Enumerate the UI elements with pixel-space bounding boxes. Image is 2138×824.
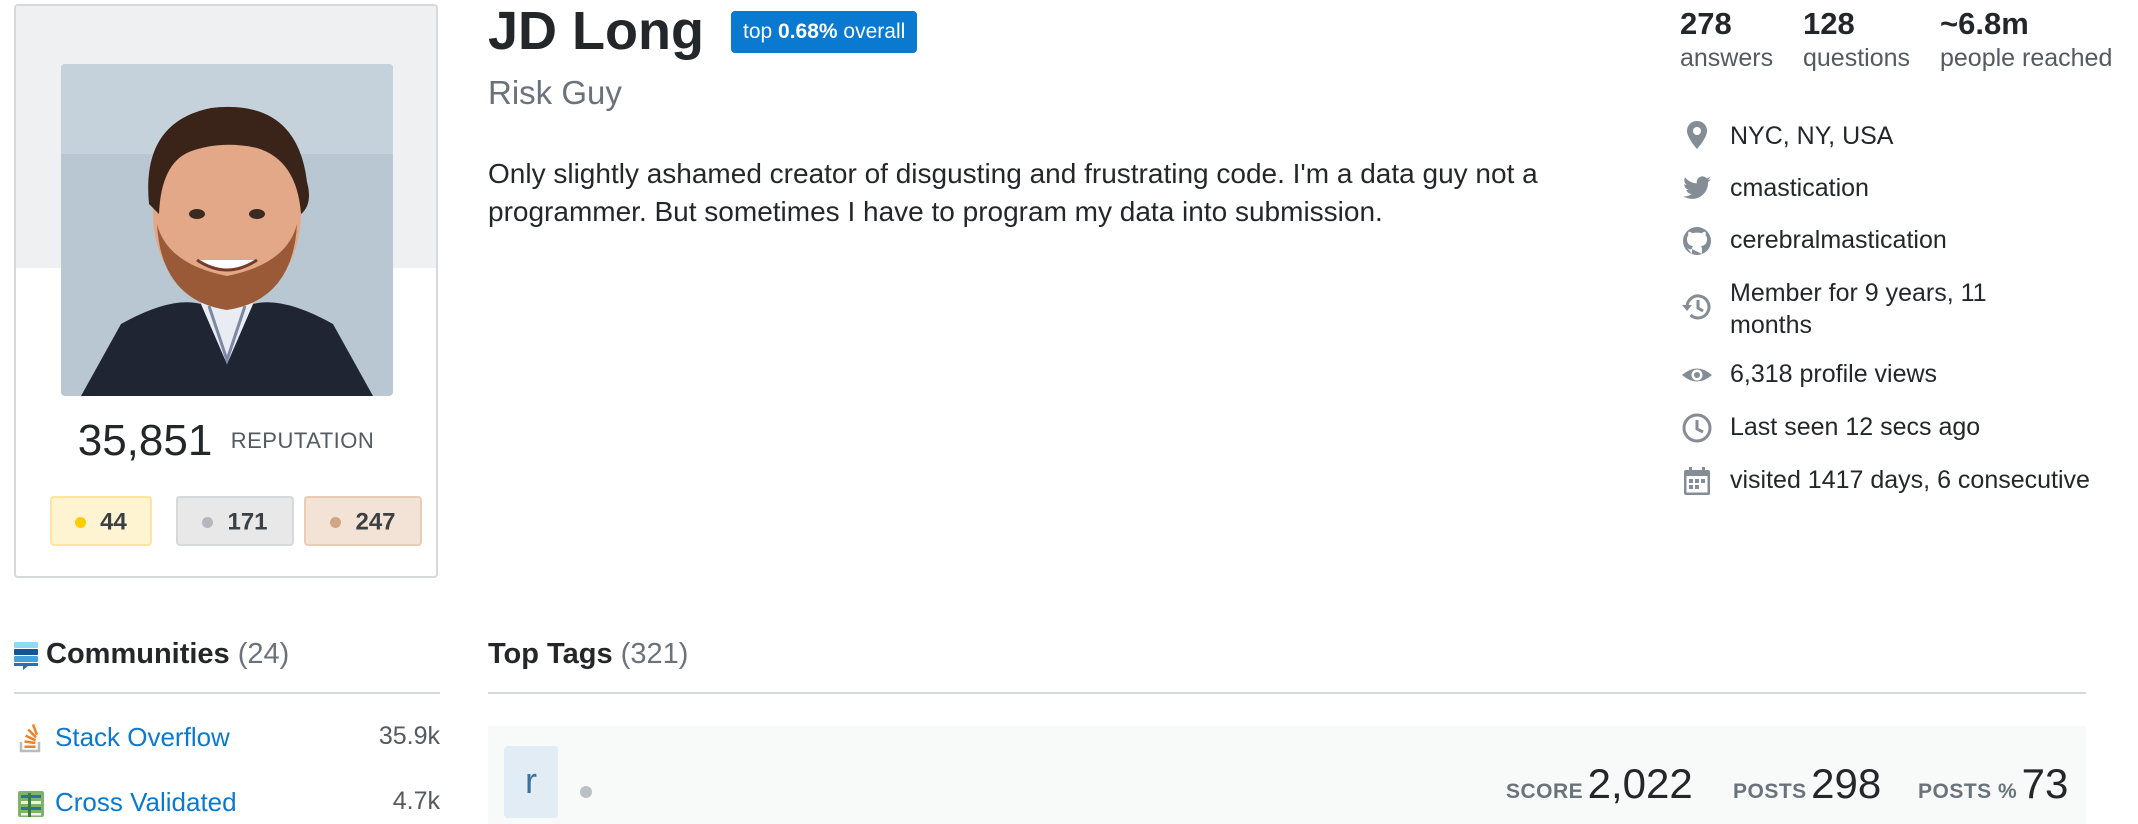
- stat-questions[interactable]: 128 questions: [1803, 6, 1910, 74]
- stat-questions-value: 128: [1803, 6, 1855, 41]
- clock-icon: [1682, 413, 1712, 443]
- eye-icon: [1682, 368, 1712, 382]
- community-score-stack-overflow: 35.9k: [378, 722, 440, 750]
- github-icon: [1683, 227, 1711, 255]
- tag-status-dot: [580, 786, 592, 798]
- communities-count: (24): [237, 638, 290, 670]
- stat-questions-label: questions: [1803, 44, 1911, 72]
- avatar[interactable]: [61, 64, 393, 396]
- info-visited: visited 1417 days, 6 consecutive: [1730, 466, 2090, 494]
- communities-title-text: Communities: [46, 638, 230, 670]
- bronze-badge-count[interactable]: 247: [304, 496, 422, 546]
- stat-answers-value: 278: [1680, 6, 1732, 41]
- info-location: NYC, NY, USA: [1730, 122, 1894, 150]
- gold-badge-count[interactable]: 44: [50, 496, 152, 546]
- silver-badge-count[interactable]: 171: [176, 496, 294, 546]
- reputation: 35,851 REPUTATION: [16, 416, 436, 466]
- stat-people-reached-value: ~6.8m: [1940, 6, 2029, 41]
- rank-badge-suffix: overall: [837, 20, 906, 43]
- user-name: JD Long: [488, 1, 704, 61]
- twitter-icon: [1683, 176, 1711, 199]
- gold-badge-count-value: 44: [100, 508, 127, 536]
- tag-posts-label: POSTS: [1733, 780, 1807, 803]
- calendar-icon: [1684, 467, 1710, 495]
- rank-badge-prefix: top: [743, 20, 779, 43]
- location-pin-icon: [1687, 121, 1707, 149]
- bronze-badge-icon: [330, 517, 342, 529]
- silver-badge-icon: [202, 517, 214, 529]
- info-member-for-line1: Member for 9 years, 11: [1730, 279, 1987, 307]
- info-last-seen: Last seen 12 secs ago: [1730, 413, 1981, 441]
- top-tags-title[interactable]: Top Tags (321): [488, 638, 688, 671]
- gold-badge-icon: [75, 517, 87, 529]
- rank-badge[interactable]: top 0.68% overall: [731, 11, 918, 53]
- communities-title[interactable]: Communities (24): [46, 638, 289, 671]
- tag-chip-r[interactable]: r: [504, 746, 558, 818]
- tag-posts-pct: POSTS % 73: [1918, 760, 2068, 808]
- stack-overflow-icon: [19, 724, 41, 753]
- stack-exchange-icon: [14, 642, 38, 670]
- tag-posts-pct-value: 73: [2021, 760, 2069, 807]
- tag-score: SCORE 2,022: [1506, 760, 1693, 808]
- tag-score-value: 2,022: [1587, 760, 1693, 807]
- top-tags-divider: [488, 692, 2086, 694]
- profile-card: 35,851 REPUTATION 44 171 247: [14, 4, 438, 578]
- community-link-cross-validated[interactable]: Cross Validated: [55, 787, 237, 818]
- info-profile-views: 6,318 profile views: [1730, 360, 1938, 388]
- info-twitter[interactable]: cmastication: [1730, 172, 1869, 204]
- info-member-for: Member for 9 years, 11 months: [1730, 277, 1987, 341]
- communities-divider: [14, 692, 440, 694]
- history-icon: [1682, 294, 1711, 320]
- community-score-cross-validated: 4.7k: [392, 787, 440, 815]
- stat-answers-label: answers: [1680, 44, 1774, 72]
- tag-row: r SCORE 2,022 POSTS 298 POSTS % 73: [488, 726, 2086, 824]
- top-tags-title-text: Top Tags: [488, 638, 613, 670]
- silver-badge-count-value: 171: [227, 508, 268, 536]
- bronze-badge-count-value: 247: [355, 508, 396, 536]
- stat-people-reached-label: people reached: [1940, 44, 2113, 72]
- info-github[interactable]: cerebralmastication: [1730, 224, 1947, 256]
- tag-posts-pct-label: POSTS %: [1918, 780, 2018, 803]
- reputation-label: REPUTATION: [230, 428, 375, 453]
- tag-score-label: SCORE: [1506, 780, 1584, 803]
- tag-posts-value: 298: [1811, 760, 1882, 807]
- top-tags-count: (321): [620, 638, 689, 670]
- stat-answers[interactable]: 278 answers: [1680, 6, 1773, 74]
- info-member-for-line2: months: [1730, 311, 1812, 339]
- user-bio: Only slightly ashamed creator of disgust…: [488, 158, 1538, 227]
- community-link-stack-overflow[interactable]: Stack Overflow: [55, 722, 230, 753]
- user-title: Risk Guy: [488, 74, 622, 111]
- cross-validated-icon: [18, 791, 44, 817]
- stat-people-reached: ~6.8m people reached: [1940, 6, 2112, 74]
- tag-posts: POSTS 298: [1733, 760, 1881, 808]
- reputation-value: 35,851: [77, 416, 213, 465]
- rank-badge-value: 0.68%: [778, 20, 838, 43]
